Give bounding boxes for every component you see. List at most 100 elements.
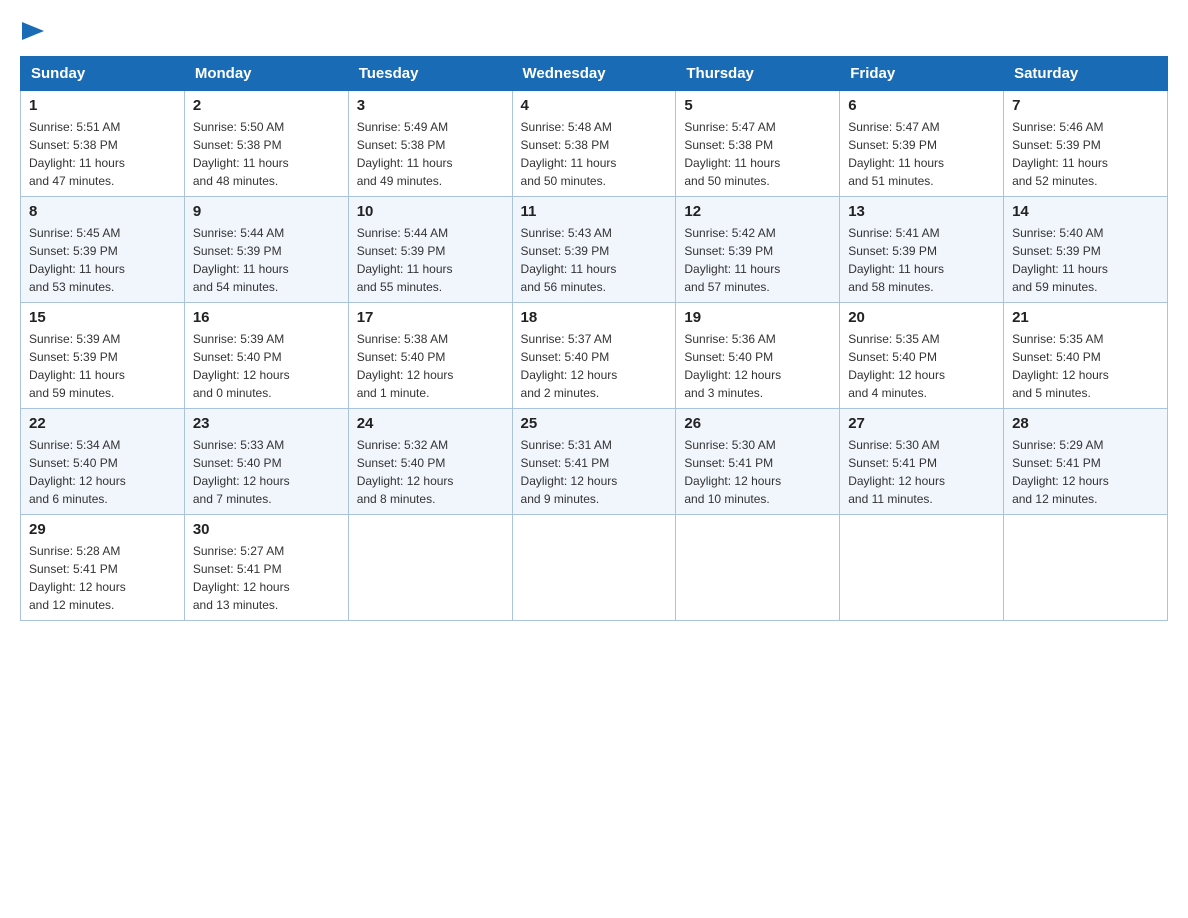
day-number: 13 (848, 203, 995, 220)
calendar-cell: 3 Sunrise: 5:49 AMSunset: 5:38 PMDaylight… (348, 91, 512, 197)
day-info: Sunrise: 5:40 AMSunset: 5:39 PMDaylight:… (1012, 224, 1159, 296)
calendar-week-5: 29 Sunrise: 5:28 AMSunset: 5:41 PMDayligh… (21, 515, 1168, 621)
calendar-cell (676, 515, 840, 621)
calendar-cell: 24 Sunrise: 5:32 AMSunset: 5:40 PMDayligh… (348, 409, 512, 515)
calendar-cell: 13 Sunrise: 5:41 AMSunset: 5:39 PMDayligh… (840, 197, 1004, 303)
calendar-header-saturday: Saturday (1004, 57, 1168, 91)
day-number: 10 (357, 203, 504, 220)
calendar-cell: 26 Sunrise: 5:30 AMSunset: 5:41 PMDayligh… (676, 409, 840, 515)
calendar-cell: 25 Sunrise: 5:31 AMSunset: 5:41 PMDayligh… (512, 409, 676, 515)
calendar-cell (1004, 515, 1168, 621)
calendar-header-row: SundayMondayTuesdayWednesdayThursdayFrid… (21, 57, 1168, 91)
calendar-cell: 8 Sunrise: 5:45 AMSunset: 5:39 PMDaylight… (21, 197, 185, 303)
day-info: Sunrise: 5:34 AMSunset: 5:40 PMDaylight:… (29, 436, 176, 508)
calendar-cell (840, 515, 1004, 621)
day-info: Sunrise: 5:35 AMSunset: 5:40 PMDaylight:… (848, 330, 995, 402)
calendar-cell: 21 Sunrise: 5:35 AMSunset: 5:40 PMDayligh… (1004, 303, 1168, 409)
day-number: 30 (193, 521, 340, 538)
calendar-cell: 18 Sunrise: 5:37 AMSunset: 5:40 PMDayligh… (512, 303, 676, 409)
day-info: Sunrise: 5:27 AMSunset: 5:41 PMDaylight:… (193, 542, 340, 614)
day-info: Sunrise: 5:47 AMSunset: 5:39 PMDaylight:… (848, 118, 995, 190)
day-info: Sunrise: 5:39 AMSunset: 5:40 PMDaylight:… (193, 330, 340, 402)
day-number: 19 (684, 309, 831, 326)
day-number: 24 (357, 415, 504, 432)
page-header (20, 20, 1168, 40)
logo (20, 20, 44, 40)
day-number: 18 (521, 309, 668, 326)
day-info: Sunrise: 5:37 AMSunset: 5:40 PMDaylight:… (521, 330, 668, 402)
calendar-cell: 15 Sunrise: 5:39 AMSunset: 5:39 PMDayligh… (21, 303, 185, 409)
day-number: 1 (29, 97, 176, 114)
calendar-week-4: 22 Sunrise: 5:34 AMSunset: 5:40 PMDayligh… (21, 409, 1168, 515)
calendar-cell: 1 Sunrise: 5:51 AMSunset: 5:38 PMDaylight… (21, 91, 185, 197)
day-info: Sunrise: 5:44 AMSunset: 5:39 PMDaylight:… (193, 224, 340, 296)
day-number: 20 (848, 309, 995, 326)
day-info: Sunrise: 5:35 AMSunset: 5:40 PMDaylight:… (1012, 330, 1159, 402)
day-number: 9 (193, 203, 340, 220)
day-number: 21 (1012, 309, 1159, 326)
calendar-cell: 16 Sunrise: 5:39 AMSunset: 5:40 PMDayligh… (184, 303, 348, 409)
day-number: 7 (1012, 97, 1159, 114)
day-number: 5 (684, 97, 831, 114)
calendar-cell: 7 Sunrise: 5:46 AMSunset: 5:39 PMDaylight… (1004, 91, 1168, 197)
day-number: 27 (848, 415, 995, 432)
day-info: Sunrise: 5:28 AMSunset: 5:41 PMDaylight:… (29, 542, 176, 614)
calendar-header-sunday: Sunday (21, 57, 185, 91)
calendar-cell: 23Sunrise: 5:33 AMSunset: 5:40 PMDayligh… (184, 409, 348, 515)
day-number: 26 (684, 415, 831, 432)
day-info: Sunrise: 5:30 AMSunset: 5:41 PMDaylight:… (848, 436, 995, 508)
day-number: 29 (29, 521, 176, 538)
calendar-cell: 6Sunrise: 5:47 AMSunset: 5:39 PMDaylight… (840, 91, 1004, 197)
calendar-header-wednesday: Wednesday (512, 57, 676, 91)
day-info: Sunrise: 5:44 AMSunset: 5:39 PMDaylight:… (357, 224, 504, 296)
day-info: Sunrise: 5:33 AMSunset: 5:40 PMDaylight:… (193, 436, 340, 508)
day-info: Sunrise: 5:30 AMSunset: 5:41 PMDaylight:… (684, 436, 831, 508)
day-number: 12 (684, 203, 831, 220)
day-info: Sunrise: 5:43 AMSunset: 5:39 PMDaylight:… (521, 224, 668, 296)
logo-arrow-icon (22, 22, 44, 40)
calendar-cell (348, 515, 512, 621)
calendar-cell: 14 Sunrise: 5:40 AMSunset: 5:39 PMDayligh… (1004, 197, 1168, 303)
calendar-cell: 11 Sunrise: 5:43 AMSunset: 5:39 PMDayligh… (512, 197, 676, 303)
day-info: Sunrise: 5:45 AMSunset: 5:39 PMDaylight:… (29, 224, 176, 296)
day-number: 16 (193, 309, 340, 326)
day-info: Sunrise: 5:50 AMSunset: 5:38 PMDaylight:… (193, 118, 340, 190)
day-number: 28 (1012, 415, 1159, 432)
calendar-table: SundayMondayTuesdayWednesdayThursdayFrid… (20, 56, 1168, 621)
calendar-cell: 9 Sunrise: 5:44 AMSunset: 5:39 PMDaylight… (184, 197, 348, 303)
day-info: Sunrise: 5:39 AMSunset: 5:39 PMDaylight:… (29, 330, 176, 402)
day-number: 8 (29, 203, 176, 220)
day-info: Sunrise: 5:49 AMSunset: 5:38 PMDaylight:… (357, 118, 504, 190)
calendar-header-thursday: Thursday (676, 57, 840, 91)
calendar-cell: 19Sunrise: 5:36 AMSunset: 5:40 PMDayligh… (676, 303, 840, 409)
day-info: Sunrise: 5:32 AMSunset: 5:40 PMDaylight:… (357, 436, 504, 508)
day-number: 3 (357, 97, 504, 114)
calendar-header-friday: Friday (840, 57, 1004, 91)
day-info: Sunrise: 5:46 AMSunset: 5:39 PMDaylight:… (1012, 118, 1159, 190)
day-number: 15 (29, 309, 176, 326)
calendar-cell: 2 Sunrise: 5:50 AMSunset: 5:38 PMDaylight… (184, 91, 348, 197)
day-info: Sunrise: 5:31 AMSunset: 5:41 PMDaylight:… (521, 436, 668, 508)
day-number: 4 (521, 97, 668, 114)
day-number: 25 (521, 415, 668, 432)
calendar-cell: 4 Sunrise: 5:48 AMSunset: 5:38 PMDaylight… (512, 91, 676, 197)
day-info: Sunrise: 5:41 AMSunset: 5:39 PMDaylight:… (848, 224, 995, 296)
calendar-cell: 20 Sunrise: 5:35 AMSunset: 5:40 PMDayligh… (840, 303, 1004, 409)
day-number: 17 (357, 309, 504, 326)
calendar-cell: 12Sunrise: 5:42 AMSunset: 5:39 PMDayligh… (676, 197, 840, 303)
calendar-cell: 30 Sunrise: 5:27 AMSunset: 5:41 PMDayligh… (184, 515, 348, 621)
day-number: 2 (193, 97, 340, 114)
calendar-cell: 10 Sunrise: 5:44 AMSunset: 5:39 PMDayligh… (348, 197, 512, 303)
calendar-week-1: 1 Sunrise: 5:51 AMSunset: 5:38 PMDaylight… (21, 91, 1168, 197)
day-info: Sunrise: 5:48 AMSunset: 5:38 PMDaylight:… (521, 118, 668, 190)
calendar-cell: 27 Sunrise: 5:30 AMSunset: 5:41 PMDayligh… (840, 409, 1004, 515)
calendar-cell: 28 Sunrise: 5:29 AMSunset: 5:41 PMDayligh… (1004, 409, 1168, 515)
calendar-week-2: 8 Sunrise: 5:45 AMSunset: 5:39 PMDaylight… (21, 197, 1168, 303)
day-info: Sunrise: 5:29 AMSunset: 5:41 PMDaylight:… (1012, 436, 1159, 508)
day-number: 14 (1012, 203, 1159, 220)
calendar-cell: 17 Sunrise: 5:38 AMSunset: 5:40 PMDayligh… (348, 303, 512, 409)
day-number: 11 (521, 203, 668, 220)
day-info: Sunrise: 5:51 AMSunset: 5:38 PMDaylight:… (29, 118, 176, 190)
day-info: Sunrise: 5:38 AMSunset: 5:40 PMDaylight:… (357, 330, 504, 402)
day-number: 22 (29, 415, 176, 432)
